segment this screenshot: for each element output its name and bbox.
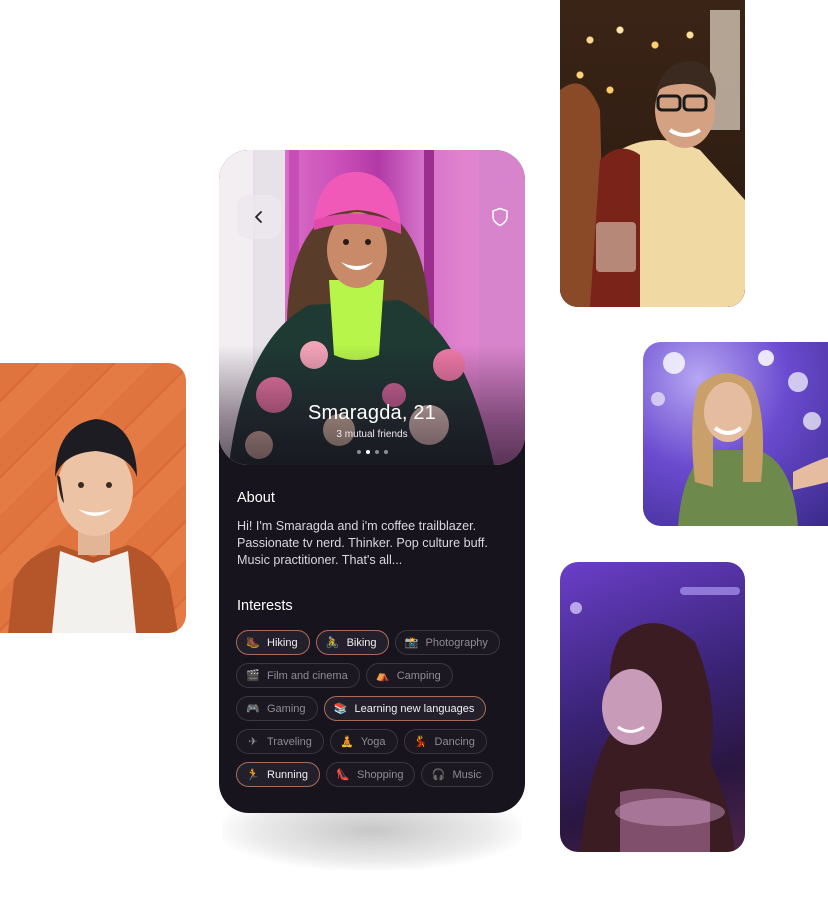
profile-photo-card-club-girl[interactable] bbox=[560, 562, 745, 852]
interest-chip-label: Dancing bbox=[434, 735, 475, 748]
interest-chip-label: Gaming bbox=[267, 702, 306, 715]
pagination-dot[interactable] bbox=[356, 450, 361, 454]
interest-chip[interactable]: 🧘 Yoga bbox=[329, 729, 398, 754]
club-girl-image bbox=[580, 623, 735, 852]
dancer-icon: 💃 bbox=[413, 736, 428, 748]
interest-chip-label: Hiking bbox=[267, 636, 298, 649]
interest-chip[interactable]: 📸 Photography bbox=[394, 630, 500, 655]
interests-row-2: 🎬 Film and cinema ⛺ Camping bbox=[236, 663, 453, 688]
interest-chip[interactable]: 🥾 Hiking bbox=[236, 630, 310, 655]
interest-chip[interactable]: 👠 Shopping bbox=[325, 762, 416, 787]
back-button[interactable] bbox=[237, 195, 281, 239]
chevron-left-icon bbox=[255, 211, 262, 223]
pagination-dot[interactable] bbox=[383, 450, 388, 454]
mutual-friends-count: 3 mutual friends bbox=[336, 429, 408, 440]
yoga-icon: 🧘 bbox=[339, 736, 354, 748]
pagination-dot[interactable] bbox=[374, 450, 379, 454]
interest-chip[interactable]: 📚 Learning new languages bbox=[323, 696, 487, 721]
interest-chip[interactable]: 🎮 Gaming bbox=[236, 696, 318, 721]
books-icon: 📚 bbox=[333, 703, 348, 715]
interest-chip-label: Biking bbox=[346, 636, 377, 649]
interests-row-4: ✈ Traveling 🧘 Yoga 💃 Dancing bbox=[236, 729, 487, 754]
profile-name-age: Smaragda, 21 bbox=[307, 402, 437, 424]
gamepad-icon: 🎮 bbox=[246, 703, 260, 715]
interest-chip[interactable]: 💃 Dancing bbox=[403, 729, 487, 754]
profile-photo-card-man-orange-wall[interactable] bbox=[0, 363, 186, 633]
photo-pagination-dots[interactable] bbox=[219, 450, 525, 454]
interest-chip[interactable]: ✈ Traveling bbox=[236, 729, 324, 754]
interest-chip-label: Film and cinema bbox=[267, 669, 348, 682]
headphones-icon: 🎧 bbox=[431, 769, 446, 781]
interests-row-3: 🎮 Gaming 📚 Learning new languages bbox=[236, 696, 487, 721]
concert-girl-image bbox=[678, 373, 828, 526]
interest-chip-label: Traveling bbox=[267, 735, 312, 748]
interest-chip-label: Yoga bbox=[360, 735, 386, 748]
interest-chip-label: Shopping bbox=[356, 768, 404, 781]
interest-chip[interactable]: 🚴 Biking bbox=[315, 630, 389, 655]
interest-chip[interactable]: 🏃 Running bbox=[236, 762, 320, 787]
profile-hero-photo[interactable]: Smaragda, 21 3 mutual friends bbox=[219, 150, 525, 465]
interest-chip[interactable]: ⛺ Camping bbox=[365, 663, 453, 688]
about-heading: About bbox=[237, 490, 275, 506]
clapper-icon: 🎬 bbox=[246, 670, 260, 682]
profile-photo-card-concert-girl[interactable] bbox=[643, 342, 828, 526]
man-portrait-image bbox=[8, 419, 178, 633]
interest-chip[interactable]: 🎧 Music bbox=[421, 762, 494, 787]
shield-icon[interactable] bbox=[491, 207, 509, 227]
camera-icon: 📸 bbox=[404, 637, 419, 649]
interest-chip-label: Camping bbox=[396, 669, 441, 682]
heel-shoe-icon: 👠 bbox=[336, 769, 350, 781]
interests-row-5: 🏃 Running 👠 Shopping 🎧 Music bbox=[236, 762, 494, 787]
interest-chip-label: Photography bbox=[425, 636, 488, 649]
interests-heading: Interests bbox=[237, 598, 293, 614]
interest-chip[interactable]: 🎬 Film and cinema bbox=[236, 663, 360, 688]
profile-photo-card-couple-bar[interactable] bbox=[560, 0, 745, 307]
profile-screen: Smaragda, 21 3 mutual friends About Hi! … bbox=[219, 150, 525, 813]
biker-icon: 🚴 bbox=[325, 637, 340, 649]
couple-image bbox=[560, 10, 745, 307]
about-text: Hi! I'm Smaragda and i'm coffee trailbla… bbox=[237, 519, 488, 567]
interests-row-1: 🥾 Hiking 🚴 Biking 📸 Photography bbox=[236, 630, 500, 655]
interest-chip-label: Music bbox=[452, 768, 482, 781]
pagination-dot[interactable] bbox=[365, 450, 370, 454]
interest-chip-label: Learning new languages bbox=[354, 702, 475, 715]
hiking-boot-icon: 🥾 bbox=[246, 637, 260, 649]
airplane-icon: ✈ bbox=[248, 736, 258, 748]
tent-icon: ⛺ bbox=[375, 670, 390, 682]
interest-chip-label: Running bbox=[267, 768, 308, 781]
runner-icon: 🏃 bbox=[246, 769, 260, 781]
